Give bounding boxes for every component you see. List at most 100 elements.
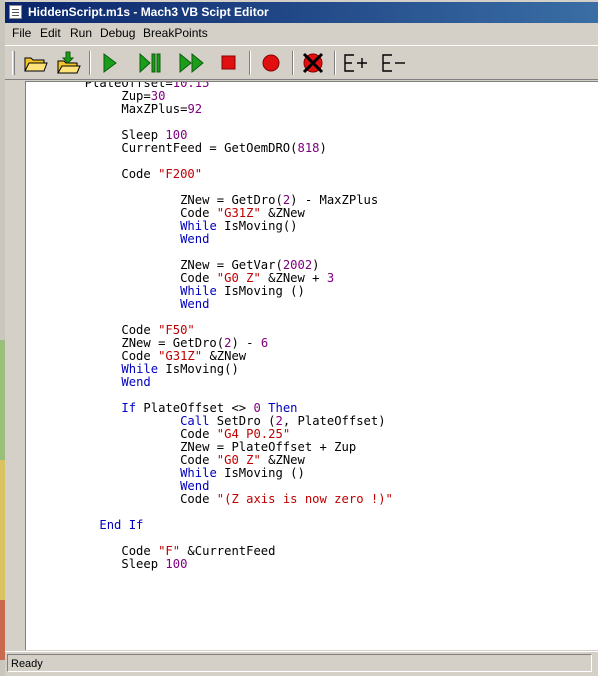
code-token: SetDro ( xyxy=(209,414,276,428)
toolbar-grip[interactable] xyxy=(12,51,15,75)
code-token: Wend xyxy=(121,375,151,389)
save-icon xyxy=(57,51,81,74)
code-editor[interactable]: PlateOffset=10.15 Zup=30 MaxZPlus=92 Sle… xyxy=(25,81,598,650)
clear-breakpoint-button[interactable] xyxy=(298,49,328,77)
code-token: End If xyxy=(99,518,144,532)
code-token: ) - MaxZPlus xyxy=(290,193,379,207)
breakpoint-button[interactable] xyxy=(256,49,286,77)
step-button[interactable] xyxy=(135,49,165,77)
code-token: ) - xyxy=(231,336,261,350)
outdent-button[interactable] xyxy=(379,49,409,77)
code-token: Code xyxy=(26,453,217,467)
code-token: Wend xyxy=(180,232,210,246)
code-token: Call xyxy=(180,414,210,428)
code-token: 2 xyxy=(275,414,283,428)
step-over-icon xyxy=(179,52,204,74)
code-token: "G31Z" xyxy=(216,206,261,220)
code-token: Code xyxy=(26,167,159,181)
code-token: Code xyxy=(26,427,217,441)
menu-file[interactable]: File xyxy=(12,23,31,43)
run-button[interactable] xyxy=(95,49,125,77)
code-token: PlateOffset <> xyxy=(136,401,254,415)
code-token: 0 xyxy=(253,401,261,415)
code-token: 2002 xyxy=(282,258,313,272)
code-token: "G0 Z" xyxy=(216,453,261,467)
code-line: Sleep 100 xyxy=(26,558,393,571)
menu-breakpoints[interactable]: BreakPoints xyxy=(143,23,208,43)
background-strip-green xyxy=(0,340,5,460)
code-token: &ZNew xyxy=(202,349,247,363)
code-token: 6 xyxy=(260,336,269,350)
code-line: Code "F200" xyxy=(26,168,393,181)
code-token: While xyxy=(180,466,217,480)
code-token: Code xyxy=(26,323,159,337)
toolbar-separator xyxy=(334,51,336,75)
code-token: Zup= xyxy=(26,89,151,103)
title-bar[interactable]: HiddenScript.m1s - Mach3 VB Scipt Editor xyxy=(5,2,598,23)
save-button[interactable] xyxy=(53,49,83,77)
code-token: Sleep xyxy=(26,128,166,142)
menu-run[interactable]: Run xyxy=(70,23,92,43)
toolbar xyxy=(5,45,598,80)
background-strip-yellow xyxy=(0,460,5,600)
menu-debug[interactable]: Debug xyxy=(100,23,135,43)
open-button[interactable] xyxy=(20,49,50,77)
code-token: Code xyxy=(26,206,217,220)
menu-bar: File Edit Run Debug BreakPoints xyxy=(5,23,598,43)
code-token: CurrentFeed = GetOemDRO( xyxy=(26,141,298,155)
code-token: While xyxy=(180,219,217,233)
code-token: 92 xyxy=(187,102,203,116)
code-token: If xyxy=(121,401,137,415)
code-token: , PlateOffset) xyxy=(282,414,386,428)
code-token: "G4 P0.25" xyxy=(216,427,291,441)
code-token: IsMoving () xyxy=(216,284,305,298)
code-token: "F50" xyxy=(158,323,195,337)
step-over-button[interactable] xyxy=(177,49,207,77)
code-token: IsMoving() xyxy=(216,219,298,233)
stop-icon xyxy=(221,55,236,70)
code-token: "F200" xyxy=(158,167,203,181)
toolbar-separator xyxy=(89,51,91,75)
breakpoint-icon xyxy=(262,54,280,72)
code-token: 100 xyxy=(165,557,188,571)
indent-button[interactable] xyxy=(341,49,371,77)
background-window-edge xyxy=(0,0,5,676)
stop-button[interactable] xyxy=(213,49,243,77)
code-token: "(Z axis is now zero !)" xyxy=(216,492,393,506)
code-token: Sleep xyxy=(26,557,166,571)
indent-icon xyxy=(344,54,367,72)
code-line: Wend xyxy=(26,233,393,246)
code-token: ZNew = GetVar( xyxy=(26,258,283,272)
code-token: ZNew = PlateOffset + Zup xyxy=(26,440,357,454)
outdent-icon xyxy=(382,54,405,72)
code-token: MaxZPlus= xyxy=(26,102,188,116)
step-icon xyxy=(139,52,161,74)
menu-edit[interactable]: Edit xyxy=(40,23,61,43)
open-icon xyxy=(24,57,48,72)
code-token: While xyxy=(180,284,217,298)
status-text: Ready xyxy=(7,654,592,672)
code-token: 818 xyxy=(297,141,320,155)
code-token: Code xyxy=(26,492,217,506)
code-token: Code xyxy=(26,544,159,558)
code-token: Wend xyxy=(180,297,210,311)
code-line: MaxZPlus=92 xyxy=(26,103,393,116)
code-token: ZNew = GetDro( xyxy=(26,193,283,207)
clear-breakpoint-icon xyxy=(302,52,324,74)
status-bar: Ready xyxy=(5,651,598,676)
app-icon xyxy=(9,5,22,19)
code-token: 10.15 xyxy=(172,81,210,90)
code-token: While xyxy=(121,362,159,376)
code-token: ZNew = GetDro( xyxy=(26,336,225,350)
code-line: End If xyxy=(26,519,393,532)
